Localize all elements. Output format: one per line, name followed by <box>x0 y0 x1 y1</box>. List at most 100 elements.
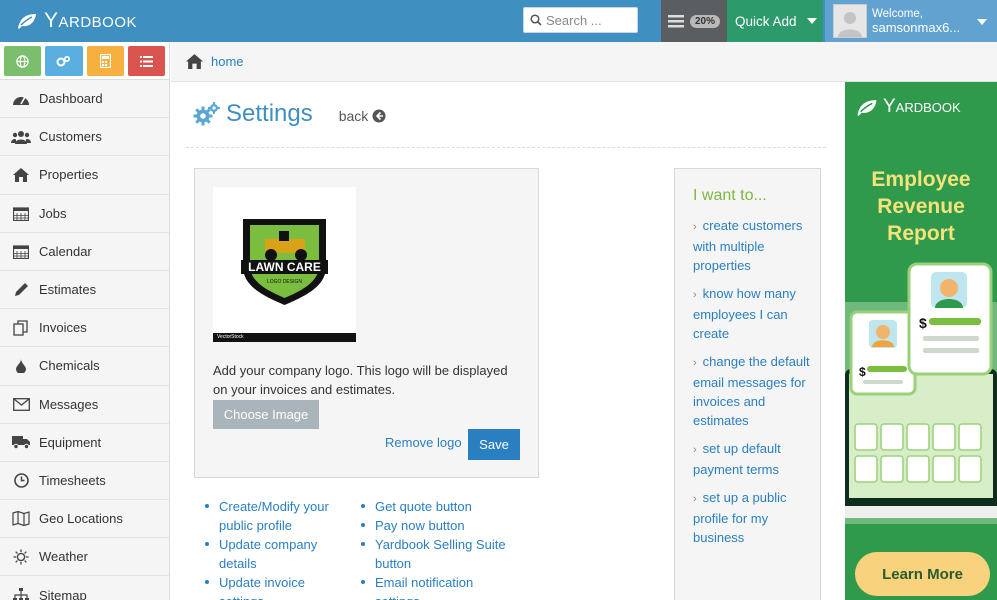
invoice-settings-link[interactable]: Update invoice settings <box>219 575 305 600</box>
help-link[interactable]: › set up default payment terms <box>693 439 810 479</box>
help-link[interactable]: › create customers with multiple properti… <box>693 216 810 275</box>
home-icon[interactable] <box>186 54 203 69</box>
drop-icon <box>11 358 31 374</box>
back-label: back <box>338 108 369 124</box>
list-item: Update company details <box>203 535 353 573</box>
breadcrumb: home <box>171 42 997 82</box>
search-input[interactable] <box>546 12 636 28</box>
back-link[interactable]: back <box>339 108 387 124</box>
list-item: Yardbook Selling Suite button <box>359 535 509 573</box>
help-link-label: set up a public profile for my business <box>693 490 787 545</box>
logo-subtext: LOGO DESIGN <box>267 279 302 285</box>
user-placeholder-icon <box>838 12 862 37</box>
leaf-icon <box>857 99 877 116</box>
sidebar-item-invoices[interactable]: Invoices <box>0 309 169 348</box>
quick-add-label: Quick Add <box>735 13 797 29</box>
list-item: Create/Modify your public profile <box>203 497 353 535</box>
sidebar-item-label: Equipment <box>39 434 102 450</box>
pay-now-button-link[interactable]: Pay now button <box>375 518 465 533</box>
arrow-left-circle-icon <box>372 109 386 123</box>
i-want-to-title: I want to... <box>693 187 767 204</box>
welcome-text: Welcome, <box>872 8 923 20</box>
sidebar-item-estimates[interactable]: Estimates <box>0 271 169 310</box>
breadcrumb-home-link[interactable]: home <box>211 54 244 69</box>
settings-links-left: Create/Modify your public profile Update… <box>203 497 353 600</box>
avatar <box>833 4 867 38</box>
clock-icon <box>11 472 31 488</box>
calculator-icon <box>99 54 111 68</box>
sidebar-item-label: Geo Locations <box>39 511 123 527</box>
sidebar-item-properties[interactable]: Properties <box>0 156 169 195</box>
sidebar-item-label: Chemicals <box>39 358 100 374</box>
chevron-right-icon: › <box>693 444 697 456</box>
public-profile-link[interactable]: Create/Modify your public profile <box>219 499 329 533</box>
sidebar-item-equipment[interactable]: Equipment <box>0 424 169 462</box>
pencil-icon <box>11 282 31 298</box>
sidebar-item-calendar[interactable]: Calendar <box>0 233 169 271</box>
sidebar-item-customers[interactable]: Customers <box>0 118 169 157</box>
sidebar-item-weather[interactable]: Weather <box>0 538 169 577</box>
ad-brand: Yardbook <box>855 96 961 118</box>
sidebar-item-label: Jobs <box>39 205 67 221</box>
help-link[interactable]: › set up a public profile for my business <box>693 488 810 547</box>
globe-shortcut-button[interactable] <box>4 46 42 76</box>
lawn-care-logo: LAWN CARE LOGO DESIGN <box>241 219 328 305</box>
sidebar-item-label: Dashboard <box>39 91 103 107</box>
sidebar-item-timesheets[interactable]: Timesheets <box>0 462 169 501</box>
sun-icon <box>11 549 31 565</box>
user-menu[interactable]: Welcome, samsonmax6... <box>825 0 997 42</box>
shortcut-bar <box>0 42 169 80</box>
choose-image-button[interactable]: Choose Image <box>213 400 319 429</box>
brand-name: Yardbook <box>44 9 138 32</box>
selling-suite-link[interactable]: Yardbook Selling Suite button <box>375 537 506 571</box>
calculator-shortcut-button[interactable] <box>86 46 124 76</box>
setup-progress[interactable]: 20% <box>661 0 727 42</box>
sidebar-item-label: Timesheets <box>39 472 106 488</box>
search-box[interactable] <box>523 7 638 33</box>
help-link[interactable]: › change the default email messages for i… <box>693 352 810 430</box>
email-notification-link[interactable]: Email notification settings <box>375 575 473 600</box>
company-details-link[interactable]: Update company details <box>219 537 317 571</box>
search-icon <box>530 14 542 26</box>
list-icon <box>139 55 153 67</box>
svg-text:$: $ <box>919 315 927 331</box>
learn-more-button[interactable]: Learn More <box>855 552 990 596</box>
sidebar-item-jobs[interactable]: Jobs <box>0 195 169 233</box>
brand-logo[interactable]: Yardbook <box>16 6 137 36</box>
chevron-right-icon: › <box>693 357 697 369</box>
list-item: Email notification settings <box>359 573 509 600</box>
leaf-icon <box>18 14 36 29</box>
home-icon <box>11 167 31 183</box>
quick-add-button[interactable]: Quick Add <box>727 0 823 42</box>
globe-icon <box>16 54 29 68</box>
gears-icon <box>56 55 71 66</box>
sidebar-item-label: Properties <box>39 167 99 183</box>
truck-icon <box>11 434 31 450</box>
quote-button-link[interactable]: Get quote button <box>375 499 472 514</box>
list-item: Get quote button <box>359 497 509 516</box>
help-link-label: change the default email messages for in… <box>693 354 810 428</box>
settings-shortcut-button[interactable] <box>45 46 83 76</box>
sidebar-item-dashboard[interactable]: Dashboard <box>0 80 169 119</box>
sidebar-item-chemicals[interactable]: Chemicals <box>0 347 169 386</box>
help-link[interactable]: › know how many employees I can create <box>693 284 810 343</box>
page-header: Settings back <box>193 100 386 128</box>
list-item: Update invoice settings <box>203 573 353 600</box>
chevron-right-icon: › <box>693 289 697 301</box>
chevron-right-icon: › <box>693 493 697 505</box>
list-shortcut-button[interactable] <box>127 46 165 76</box>
logo-watermark: VectorStock <box>213 333 356 342</box>
sidebar-item-messages[interactable]: Messages <box>0 386 169 424</box>
save-button[interactable]: Save <box>468 429 520 460</box>
map-icon <box>11 511 31 527</box>
sidebar-item-sitemap[interactable]: Sitemap <box>0 576 169 600</box>
i-want-to-panel: I want to... › create customers with mult… <box>674 168 821 600</box>
employee-revenue-ad[interactable]: Yardbook Employee Revenue Report $ $ Lea… <box>845 82 997 600</box>
list-item: Pay now button <box>359 516 509 535</box>
remove-logo-link[interactable]: Remove logo <box>385 435 462 450</box>
sidebar-item-geo-locations[interactable]: Geo Locations <box>0 500 169 539</box>
sitemap-icon <box>11 587 31 600</box>
sidebar-item-label: Estimates <box>39 282 97 298</box>
sidebar-item-label: Sitemap <box>39 587 87 600</box>
dashboard-icon <box>11 91 31 107</box>
